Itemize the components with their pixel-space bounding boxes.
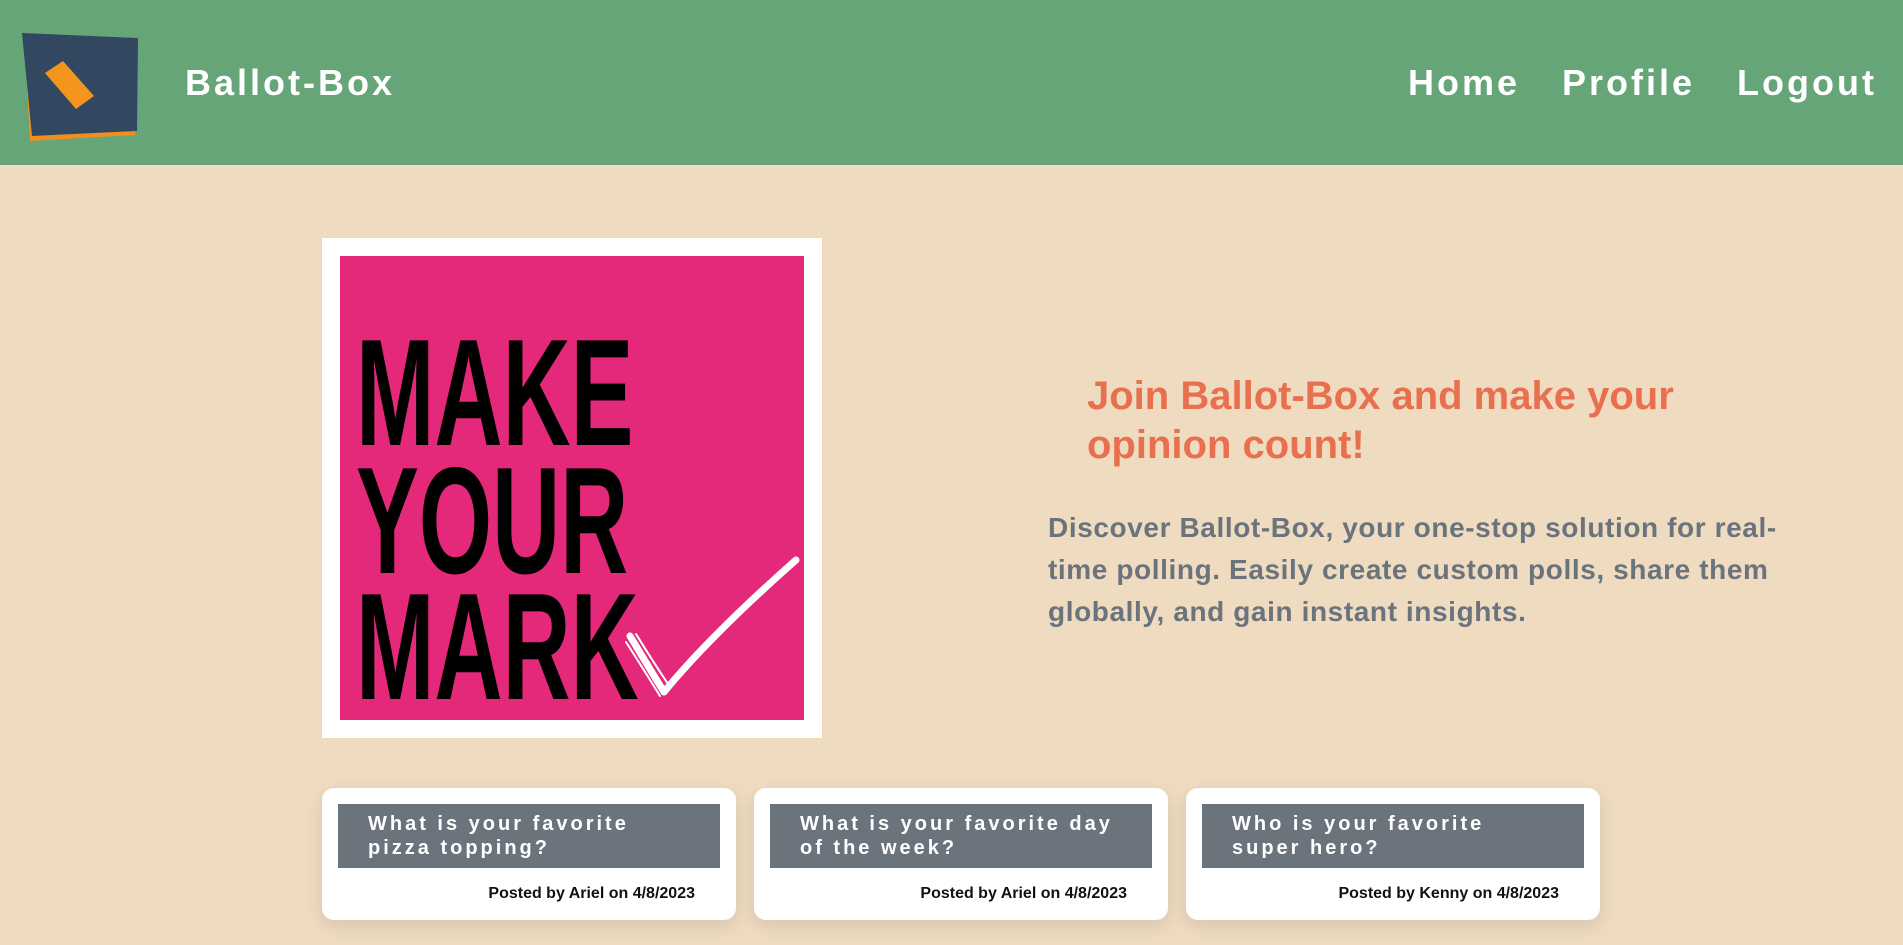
poll-meta: Posted by Kenny on 4/8/2023 (1338, 885, 1559, 902)
hero-image-frame: MAKE YOUR MARK (322, 238, 822, 738)
poster-line-3: MARK (356, 562, 639, 720)
poll-title[interactable]: What is your favorite day of the week? (770, 804, 1152, 868)
poll-meta: Posted by Ariel on 4/8/2023 (920, 885, 1127, 902)
poll-card[interactable]: Who is your favorite super hero? Posted … (1186, 788, 1600, 920)
nav-links: Home Profile Logout (1408, 62, 1877, 104)
checkmark-icon (625, 556, 800, 697)
make-your-mark-poster: MAKE YOUR MARK (340, 256, 804, 720)
brand-title[interactable]: Ballot-Box (185, 62, 395, 104)
nav-logout-link[interactable]: Logout (1737, 62, 1877, 104)
poll-title[interactable]: What is your favorite pizza topping? (338, 804, 720, 868)
ballot-box-logo-icon[interactable] (22, 33, 140, 141)
navbar: Ballot-Box Home Profile Logout (0, 0, 1903, 165)
nav-profile-link[interactable]: Profile (1562, 62, 1695, 104)
poll-card-list: What is your favorite pizza topping? Pos… (322, 788, 1600, 920)
hero-description: Discover Ballot-Box, your one-stop solut… (1048, 512, 1777, 627)
poll-title[interactable]: Who is your favorite super hero? (1202, 804, 1584, 868)
poll-meta: Posted by Ariel on 4/8/2023 (488, 885, 695, 902)
poll-card[interactable]: What is your favorite pizza topping? Pos… (322, 788, 736, 920)
nav-home-link[interactable]: Home (1408, 62, 1520, 104)
poll-card[interactable]: What is your favorite day of the week? P… (754, 788, 1168, 920)
hero-heading: Join Ballot-Box and make your opinion co… (1087, 374, 1674, 467)
